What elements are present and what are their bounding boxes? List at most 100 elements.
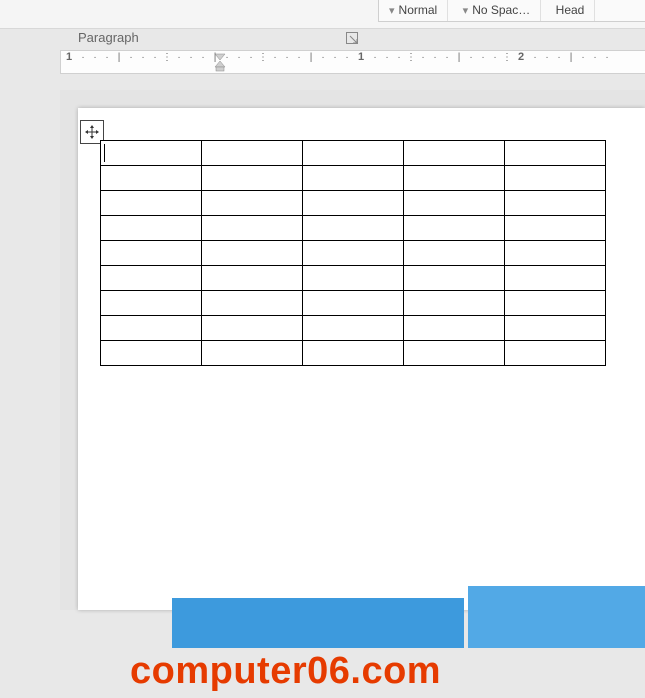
paragraph-dialog-launcher-icon[interactable]: [346, 32, 360, 46]
ruler-tick: ·: [137, 52, 149, 63]
style-normal[interactable]: ▾Normal: [379, 0, 448, 21]
table-cell[interactable]: [404, 191, 505, 216]
ruler-tick: ·: [393, 52, 405, 63]
table-row: [101, 166, 606, 191]
ruler-tick: ·: [341, 52, 353, 63]
ruler-tick: 1: [353, 51, 369, 63]
table-row: [101, 241, 606, 266]
horizontal-ruler[interactable]: 1···|···⋮···|···⋮···|···1···⋮···|···⋮2··…: [60, 50, 645, 74]
table-cell[interactable]: [404, 241, 505, 266]
ruler-tick: ·: [369, 52, 381, 63]
table-cell[interactable]: [505, 166, 606, 191]
table-row: [101, 266, 606, 291]
table-cell[interactable]: [202, 291, 303, 316]
table-cell[interactable]: [303, 241, 404, 266]
table-cell[interactable]: [101, 241, 202, 266]
style-heading1[interactable]: Head: [546, 0, 596, 21]
table-cell[interactable]: [404, 141, 505, 166]
ruler-tick: ·: [329, 52, 341, 63]
table-cell[interactable]: [303, 316, 404, 341]
table-cell[interactable]: [505, 341, 606, 366]
table-cell[interactable]: [303, 216, 404, 241]
table-cell[interactable]: [404, 341, 505, 366]
ruler-tick: ·: [269, 52, 281, 63]
table-cell[interactable]: [303, 166, 404, 191]
ruler-tick: ·: [417, 52, 429, 63]
table-cell[interactable]: [202, 216, 303, 241]
ruler-tick: ·: [381, 52, 393, 63]
table-row: [101, 316, 606, 341]
table-cell[interactable]: [101, 166, 202, 191]
ruler-tick: |: [305, 52, 317, 63]
table-cell[interactable]: [202, 266, 303, 291]
table-cell[interactable]: [505, 241, 606, 266]
table-row: [101, 341, 606, 366]
ruler-tick: |: [113, 52, 125, 63]
ruler-tick: ·: [173, 52, 185, 63]
ruler-tick: ·: [197, 52, 209, 63]
table-cell[interactable]: [202, 316, 303, 341]
ruler-tick: ·: [589, 52, 601, 63]
table-cell[interactable]: [404, 316, 505, 341]
table-row: [101, 216, 606, 241]
table-cell[interactable]: [303, 141, 404, 166]
ruler-tick: ·: [465, 52, 477, 63]
table-cell[interactable]: [505, 291, 606, 316]
watermark-text: computer06.com: [130, 650, 441, 693]
ruler-tick: ⋮: [257, 52, 269, 63]
table-cell[interactable]: [505, 191, 606, 216]
ruler-tick: ·: [221, 52, 233, 63]
ruler-tick: ·: [101, 52, 113, 63]
table-cell[interactable]: [303, 266, 404, 291]
table-cell[interactable]: [505, 266, 606, 291]
ruler-tick: ·: [89, 52, 101, 63]
table-cell[interactable]: [202, 141, 303, 166]
style-no-spacing[interactable]: ▾No Spac…: [453, 0, 542, 21]
table-cell[interactable]: [202, 241, 303, 266]
ruler-tick: ⋮: [501, 52, 513, 63]
table-row: [101, 291, 606, 316]
table-cell[interactable]: [404, 266, 505, 291]
table-cell[interactable]: [404, 216, 505, 241]
ruler-tick: ·: [233, 52, 245, 63]
ruler-tick: ·: [441, 52, 453, 63]
ruler-tick: ⋮: [405, 52, 417, 63]
ruler-tick: ·: [317, 52, 329, 63]
watermark-block: [468, 586, 645, 648]
ruler-tick: |: [565, 52, 577, 63]
ribbon-bar: ▾Normal ▾No Spac… Head: [0, 0, 645, 29]
table-cell[interactable]: [101, 266, 202, 291]
table-row: [101, 141, 606, 166]
ruler-tick: 2: [513, 51, 529, 63]
ruler-tick: ·: [245, 52, 257, 63]
table-cell[interactable]: [101, 216, 202, 241]
table-cell[interactable]: [101, 291, 202, 316]
ruler-tick: ·: [429, 52, 441, 63]
document-table[interactable]: [100, 140, 606, 366]
table-cell[interactable]: [101, 191, 202, 216]
table-cell[interactable]: [505, 216, 606, 241]
table-cell[interactable]: [202, 166, 303, 191]
styles-gallery[interactable]: ▾Normal ▾No Spac… Head: [378, 0, 645, 22]
table-cell[interactable]: [505, 316, 606, 341]
ruler-tick: ·: [281, 52, 293, 63]
table-cell[interactable]: [303, 191, 404, 216]
ruler-tick: ·: [185, 52, 197, 63]
table-cell[interactable]: [202, 191, 303, 216]
ruler-tick: 1: [61, 51, 77, 63]
ruler-tick: ·: [125, 52, 137, 63]
table-cell[interactable]: [101, 341, 202, 366]
table-cell[interactable]: [101, 141, 202, 166]
table-cell[interactable]: [404, 291, 505, 316]
table-cell[interactable]: [101, 316, 202, 341]
ruler-tick: ·: [149, 52, 161, 63]
table-cell[interactable]: [202, 341, 303, 366]
ruler-tick: ⋮: [161, 52, 173, 63]
table-cell[interactable]: [303, 291, 404, 316]
table-cell[interactable]: [303, 341, 404, 366]
ruler-tick: ·: [529, 52, 541, 63]
table-cell[interactable]: [505, 141, 606, 166]
table-cell[interactable]: [404, 166, 505, 191]
ruler-tick: ·: [77, 52, 89, 63]
ruler-tick: |: [209, 52, 221, 63]
